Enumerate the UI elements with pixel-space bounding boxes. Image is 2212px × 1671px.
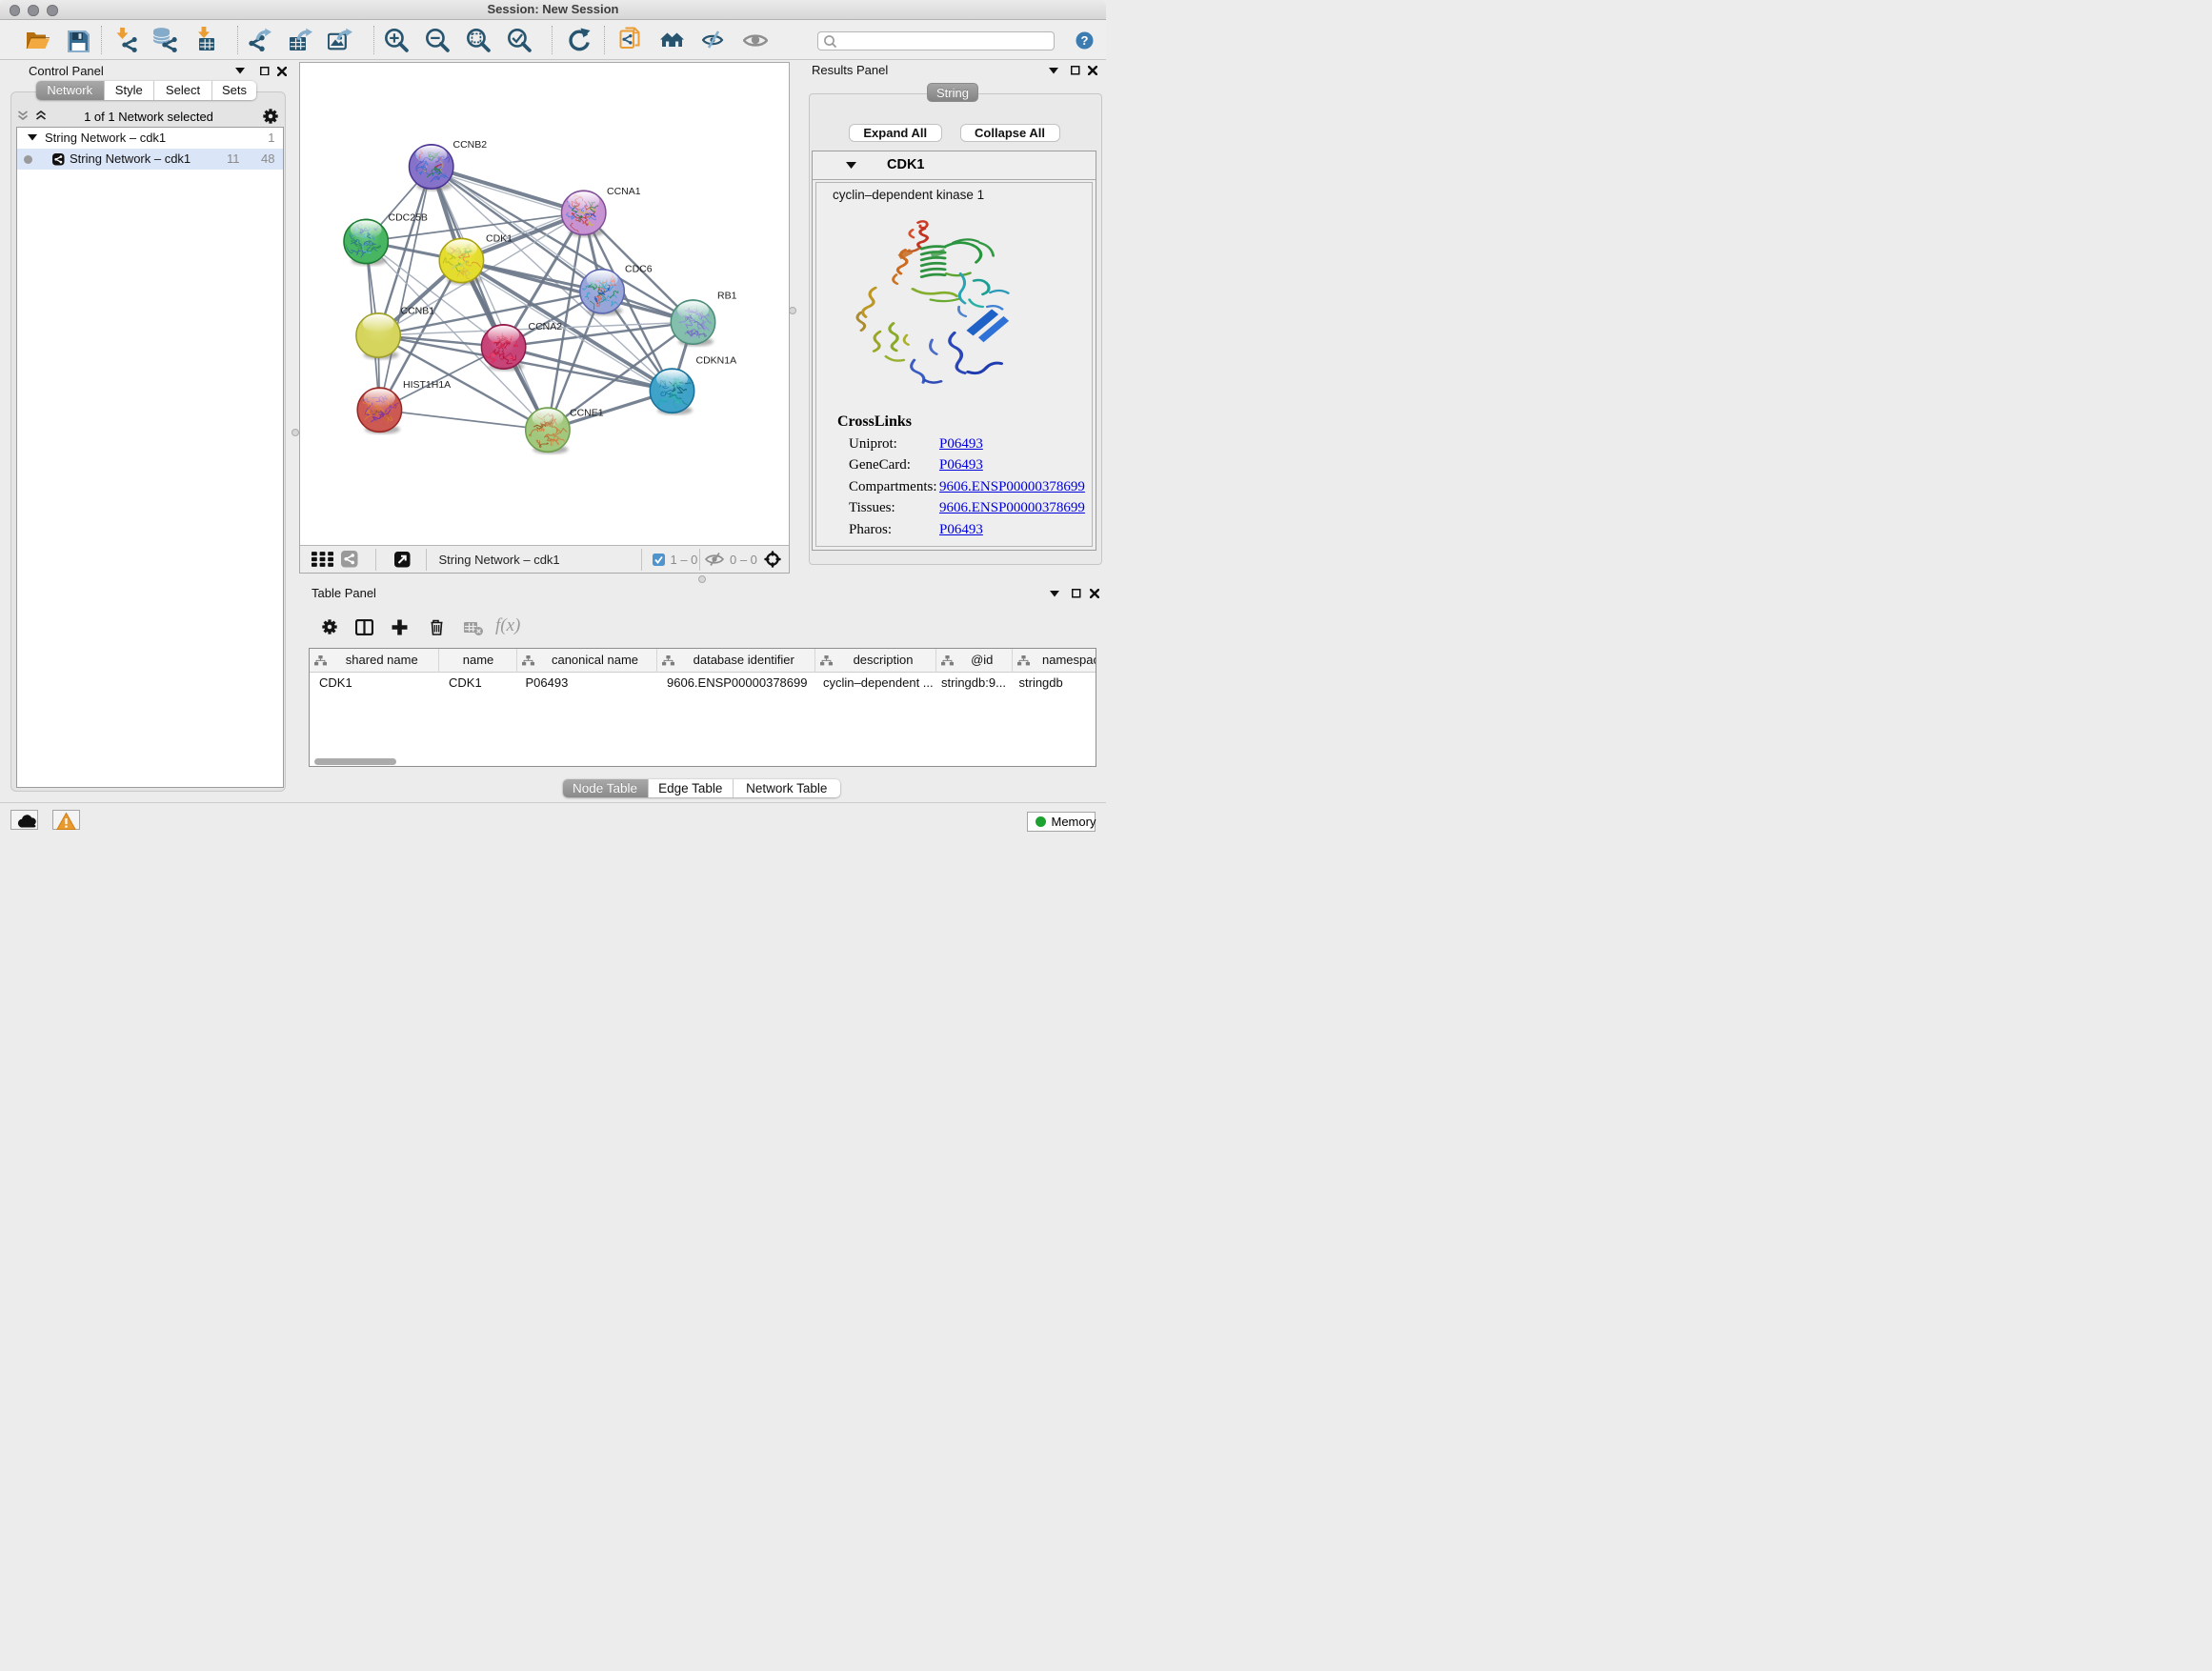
svg-text:CDKN1A: CDKN1A xyxy=(695,354,736,366)
svg-text:CCNA1: CCNA1 xyxy=(607,186,641,197)
svg-text:CDC6: CDC6 xyxy=(625,264,653,275)
svg-text:CCNA2: CCNA2 xyxy=(528,321,562,332)
svg-text:CDK1: CDK1 xyxy=(486,233,513,245)
svg-text:HIST1H1A: HIST1H1A xyxy=(403,379,451,391)
svg-text:CCNB1: CCNB1 xyxy=(400,306,434,317)
svg-text:RB1: RB1 xyxy=(717,291,737,302)
svg-text:CCNB2: CCNB2 xyxy=(452,139,487,151)
svg-text:CCNE1: CCNE1 xyxy=(570,407,604,418)
svg-text:CDC25B: CDC25B xyxy=(388,212,427,224)
svg-text:?: ? xyxy=(1081,33,1089,48)
